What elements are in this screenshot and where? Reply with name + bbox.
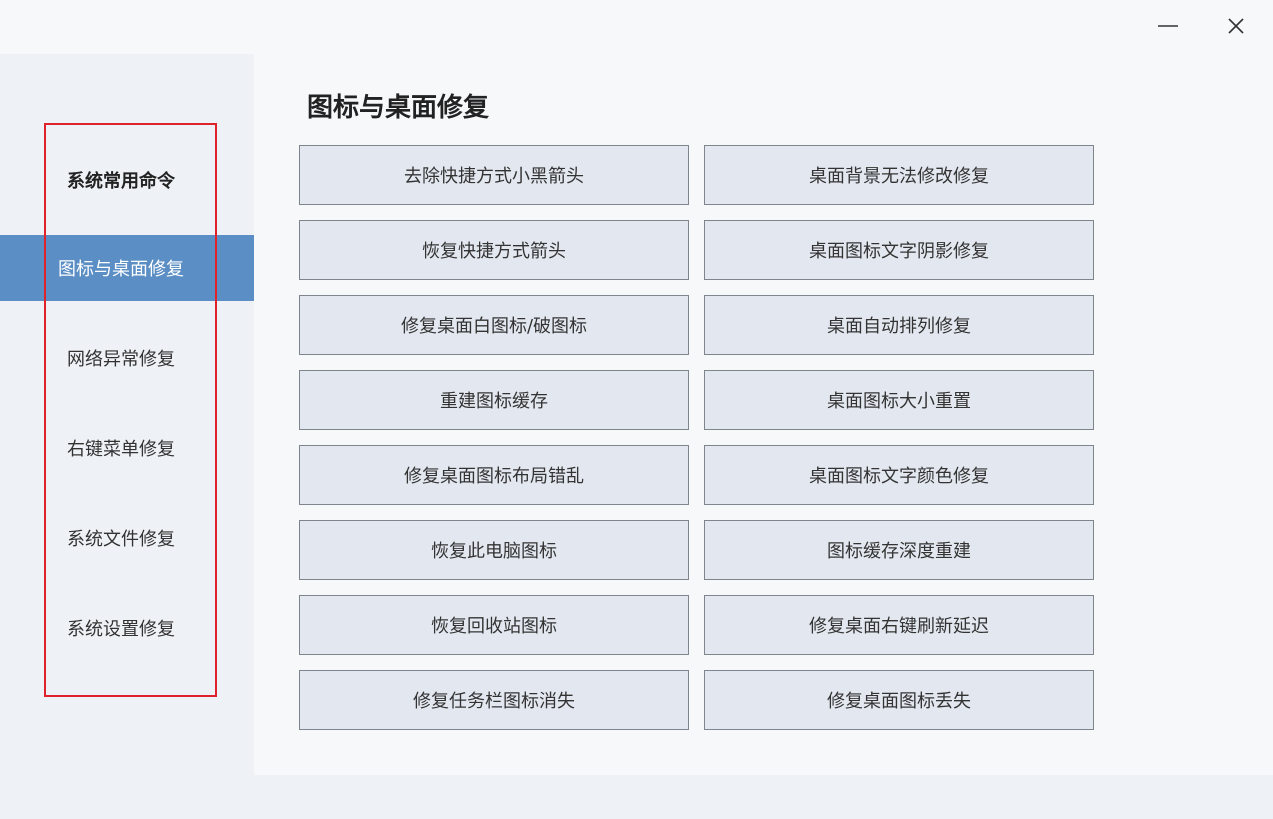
fix-taskbar-icons-missing-button[interactable]: 修复任务栏图标消失 [299,670,689,730]
sidebar-item-system-file-repair[interactable]: 系统文件修复 [0,505,254,571]
fix-right-click-refresh-delay-button[interactable]: 修复桌面右键刷新延迟 [704,595,1094,655]
sidebar-item-network-repair[interactable]: 网络异常修复 [0,325,254,391]
restore-recycle-bin-icon-button[interactable]: 恢复回收站图标 [299,595,689,655]
restore-shortcut-arrow-button[interactable]: 恢复快捷方式箭头 [299,220,689,280]
sidebar-item-label: 网络异常修复 [67,349,175,370]
sidebar-item-label: 系统常用命令 [67,171,175,192]
sidebar: 系统常用命令 图标与桌面修复 网络异常修复 右键菜单修复 系统文件修复 系统设置… [0,54,254,819]
page-title: 图标与桌面修复 [307,93,490,123]
remove-shortcut-arrow-button[interactable]: 去除快捷方式小黑箭头 [299,145,689,205]
fix-icon-layout-button[interactable]: 修复桌面图标布局错乱 [299,445,689,505]
rebuild-icon-cache-button[interactable]: 重建图标缓存 [299,370,689,430]
restore-this-pc-icon-button[interactable]: 恢复此电脑图标 [299,520,689,580]
sidebar-item-icon-desktop-repair[interactable]: 图标与桌面修复 [0,235,254,301]
reset-icon-size-button[interactable]: 桌面图标大小重置 [704,370,1094,430]
sidebar-item-context-menu-repair[interactable]: 右键菜单修复 [0,415,254,481]
close-button[interactable] [1218,8,1254,44]
deep-rebuild-icon-cache-button[interactable]: 图标缓存深度重建 [704,520,1094,580]
desktop-background-fix-button[interactable]: 桌面背景无法修改修复 [704,145,1094,205]
close-icon [1227,17,1245,35]
desktop-auto-arrange-fix-button[interactable]: 桌面自动排列修复 [704,295,1094,355]
bottom-strip [254,775,1273,819]
sidebar-item-label: 系统文件修复 [67,529,175,550]
sidebar-item-system-commands[interactable]: 系统常用命令 [0,147,254,213]
fix-desktop-icons-missing-button[interactable]: 修复桌面图标丢失 [704,670,1094,730]
sidebar-item-system-settings-repair[interactable]: 系统设置修复 [0,595,254,661]
icon-text-color-fix-button[interactable]: 桌面图标文字颜色修复 [704,445,1094,505]
icon-text-shadow-fix-button[interactable]: 桌面图标文字阴影修复 [704,220,1094,280]
minimize-icon [1157,15,1179,37]
main-content: 图标与桌面修复 去除快捷方式小黑箭头 桌面背景无法修改修复 恢复快捷方式箭头 桌… [254,54,1273,775]
fix-white-broken-icons-button[interactable]: 修复桌面白图标/破图标 [299,295,689,355]
title-bar [0,0,1273,54]
sidebar-item-label: 系统设置修复 [67,619,175,640]
sidebar-item-label: 图标与桌面修复 [58,259,184,280]
sidebar-item-label: 右键菜单修复 [67,439,175,460]
minimize-button[interactable] [1150,8,1186,44]
